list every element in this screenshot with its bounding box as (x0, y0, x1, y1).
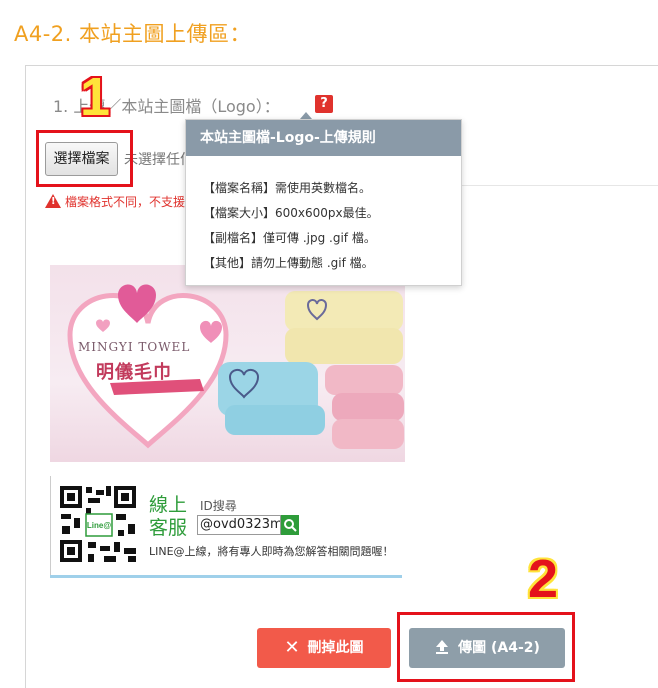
upload-rules-tooltip: 本站主圖檔-Logo-上傳規則 【檔案名稱】需使用英數檔名。 【檔案大小】600… (185, 119, 462, 286)
callout-box-step2 (397, 612, 575, 682)
format-warning: 檔案格式不同，不支援 (45, 193, 185, 210)
delete-button-label: 刪掉此圖 (307, 640, 364, 656)
warning-icon (45, 194, 61, 208)
callout-number-step1: 1 (80, 67, 111, 127)
warning-text: 檔案格式不同，不支援 (65, 195, 186, 209)
tooltip-rule: 【其他】請勿上傳動態 .gif 檔。 (203, 256, 374, 270)
tooltip-rule: 【副檔名】僅可傳 .jpg .gif 檔。 (203, 231, 376, 245)
contact-accent-bar (50, 575, 402, 578)
contact-note: LINE@上線，將有專人即時為您解答相關問題喔！ (149, 545, 394, 558)
close-icon: ✕ (284, 637, 300, 658)
tooltip-body: 【檔案名稱】需使用英數檔名。 【檔案大小】600x600px最佳。 【副檔名】僅… (186, 156, 461, 276)
help-icon[interactable]: ? (315, 95, 333, 113)
contact-title-line2: 客服 (149, 517, 188, 539)
tooltip-caret-icon (300, 112, 312, 119)
section-title: A4-2. 本站主圖上傳區： (14, 22, 252, 46)
brand-chinese: 明儀毛巾 (96, 362, 172, 383)
qr-code-icon: Line@ (58, 484, 138, 564)
brand-english: MINGYI TOWEL (78, 340, 191, 354)
id-search-label: ID搜尋 (200, 499, 237, 513)
qr-badge-text: Line@ (87, 521, 111, 530)
magnifier-icon (284, 519, 297, 532)
tooltip-rule: 【檔案名稱】需使用英數檔名。 (203, 181, 372, 195)
tooltip-title: 本站主圖檔-Logo-上傳規則 (186, 120, 461, 156)
callout-number-step2: 2 (528, 549, 559, 609)
divider (460, 185, 658, 186)
line-id-field: @ovd0323m (197, 515, 281, 535)
search-icon (281, 515, 299, 535)
callout-box-step1 (36, 130, 133, 187)
delete-image-button[interactable]: ✕ 刪掉此圖 (257, 628, 391, 668)
tooltip-rule: 【檔案大小】600x600px最佳。 (203, 206, 379, 220)
